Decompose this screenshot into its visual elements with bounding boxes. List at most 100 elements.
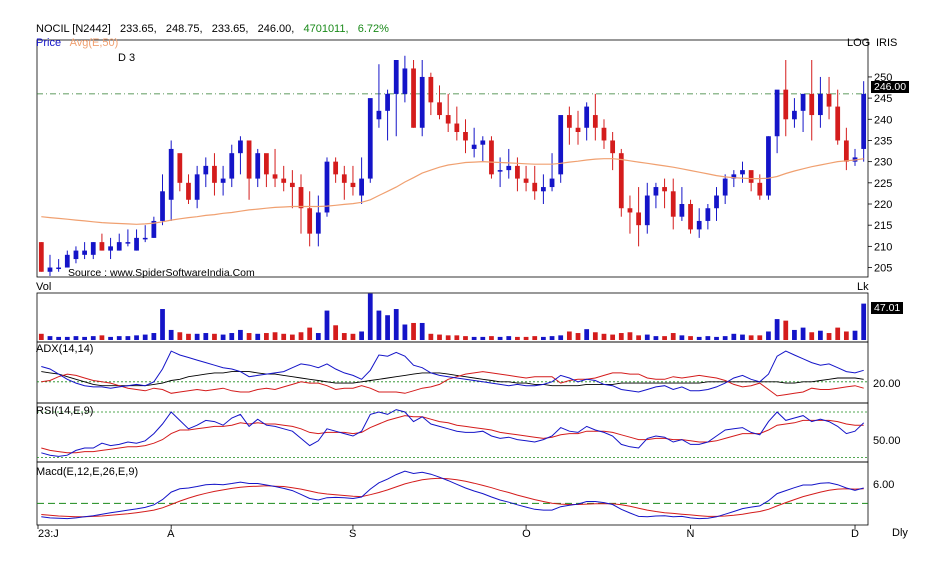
volume-bar	[56, 336, 62, 340]
candle-body	[47, 267, 53, 272]
volume-bar	[506, 336, 512, 340]
volume-bar	[575, 333, 581, 340]
candle-body	[592, 115, 598, 128]
y-tick-label: 205	[874, 263, 892, 275]
volume-bar	[653, 336, 659, 340]
candle-body	[367, 98, 373, 179]
volume-bar	[627, 332, 633, 340]
volume-bar	[566, 331, 572, 340]
candle-body	[116, 242, 122, 251]
candle-body	[843, 140, 849, 162]
volume-bar	[151, 333, 157, 340]
candle-body	[177, 153, 183, 183]
volume-bar	[644, 334, 650, 340]
candle-body	[437, 102, 442, 116]
volume-bar	[852, 330, 858, 340]
volume-bar	[861, 303, 867, 340]
y-tick-label: 220	[874, 199, 892, 211]
candle-body	[272, 174, 278, 179]
volume-bar	[307, 327, 313, 340]
period-label[interactable]: Dly	[892, 527, 908, 539]
volume-bar	[212, 333, 217, 340]
candle-body	[333, 161, 339, 175]
candle-body	[134, 237, 139, 251]
candle-body	[73, 250, 79, 260]
d-label: D 3	[118, 52, 136, 64]
volume-bar	[679, 335, 685, 340]
adx-line	[41, 371, 864, 387]
volume-bar	[281, 333, 287, 340]
candle-body	[376, 110, 382, 120]
volume-bar	[134, 335, 139, 340]
rsi-panel-label: RSI(14,E,9)	[36, 405, 94, 417]
x-tick-label: A	[167, 528, 175, 540]
volume-bar	[714, 336, 719, 340]
volume-bar	[731, 333, 737, 340]
candle-body	[800, 93, 806, 111]
volume-bar	[662, 336, 667, 340]
adx-level-label: 20.00	[873, 378, 901, 390]
volume-bar	[584, 329, 590, 340]
candle-body	[168, 148, 174, 200]
volume-bar	[108, 336, 113, 340]
exchange-label: IRIS	[876, 37, 898, 49]
volume-bar	[800, 327, 806, 340]
volume-bar	[618, 333, 624, 340]
x-tick-label: O	[522, 528, 531, 540]
low-value: 233.65,	[211, 23, 249, 35]
volume-bar	[549, 336, 555, 340]
candle-body	[471, 144, 477, 149]
high-value: 248.75,	[165, 23, 203, 35]
candle-body	[618, 153, 624, 209]
volume-bar	[47, 336, 53, 340]
candle-body	[558, 115, 564, 175]
volume-bar	[428, 333, 434, 340]
volume-bar	[705, 336, 711, 340]
candle-body	[523, 178, 529, 183]
volume-bar	[255, 333, 261, 340]
y-tick-label: 235	[874, 135, 892, 147]
y-tick-label: 225	[874, 178, 892, 190]
candle-body	[748, 170, 754, 183]
vol-last-value: 47.01	[871, 302, 904, 314]
volume-bar	[177, 332, 183, 340]
candle-body	[714, 195, 719, 209]
volume-bar	[350, 333, 356, 340]
candle-body	[298, 187, 304, 209]
volume-bar	[670, 333, 676, 340]
volume-bar	[73, 336, 79, 340]
volume-bar	[82, 336, 87, 340]
candle-body	[627, 208, 633, 213]
change-value: 6.72%	[357, 23, 389, 35]
candle-body	[125, 242, 131, 244]
candle-body	[497, 170, 503, 172]
price-legend: Price	[36, 37, 62, 49]
candle-body	[393, 60, 399, 94]
volume-bar	[445, 335, 451, 340]
volume-bar	[471, 336, 477, 340]
vol-unit-label: Lk	[857, 281, 869, 293]
candle-body	[541, 187, 546, 192]
candle-body	[584, 106, 590, 128]
volume-bar	[90, 336, 96, 340]
y-tick-label: 210	[874, 241, 892, 253]
log-scale-toggle[interactable]: LOG	[847, 37, 870, 49]
volume-value: 4701011,	[303, 23, 349, 35]
volume-bar	[835, 327, 841, 340]
candle-body	[385, 93, 390, 111]
volume-bar	[272, 332, 278, 340]
candle-body	[281, 178, 287, 183]
macd-line	[41, 470, 864, 520]
volume-bar	[142, 334, 148, 340]
volume-bar	[696, 336, 702, 340]
volume-bar	[116, 336, 122, 340]
volume-bar	[125, 336, 131, 340]
candle-body	[341, 174, 347, 183]
volume-bar	[610, 334, 616, 340]
volume-bar	[809, 332, 815, 340]
volume-bar	[246, 333, 252, 340]
x-tick-label: S	[349, 528, 356, 540]
candle-body	[826, 93, 832, 107]
volume-bar	[99, 335, 105, 340]
volume-bar	[783, 320, 789, 340]
